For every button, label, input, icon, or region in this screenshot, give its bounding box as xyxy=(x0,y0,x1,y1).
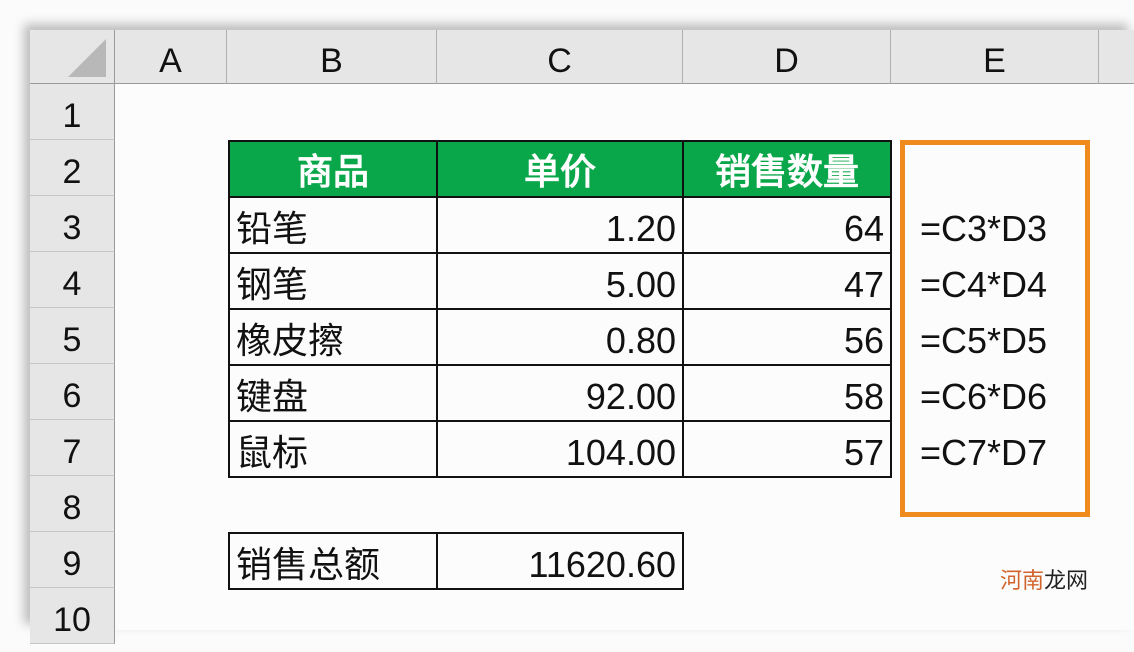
header-cell-price[interactable]: 单价 xyxy=(436,140,684,198)
cell-b7[interactable]: 鼠标 xyxy=(228,420,438,478)
cell-c7[interactable]: 104.00 xyxy=(436,420,684,478)
cell-d5[interactable]: 56 xyxy=(682,308,892,366)
cell-e6[interactable]: =C6*D6 xyxy=(920,376,1047,418)
header-cell-item[interactable]: 商品 xyxy=(228,140,438,198)
row-header-5[interactable]: 5 xyxy=(30,308,115,364)
cell-b5[interactable]: 橡皮擦 xyxy=(228,308,438,366)
row-header-7[interactable]: 7 xyxy=(30,420,115,476)
cell-b9-total-label[interactable]: 销售总额 xyxy=(228,532,438,590)
cell-b4[interactable]: 钢笔 xyxy=(228,252,438,310)
cell-e5[interactable]: =C5*D5 xyxy=(920,320,1047,362)
row-header-8[interactable]: 8 xyxy=(30,476,115,532)
cell-d3[interactable]: 64 xyxy=(682,196,892,254)
cell-c4[interactable]: 5.00 xyxy=(436,252,684,310)
row-header-1[interactable]: 1 xyxy=(30,84,115,140)
column-header-c[interactable]: C xyxy=(437,30,683,84)
column-header-d[interactable]: D xyxy=(683,30,891,84)
spreadsheet: A B C D E 1 2 3 4 5 6 7 8 9 10 商品 单价 销售数… xyxy=(30,30,1134,644)
cell-e3[interactable]: =C3*D3 xyxy=(920,208,1047,250)
select-all-corner[interactable] xyxy=(30,30,115,84)
cell-e7[interactable]: =C7*D7 xyxy=(920,432,1047,474)
row-header-9[interactable]: 9 xyxy=(30,532,115,588)
row-header-2[interactable]: 2 xyxy=(30,140,115,196)
watermark: 河南龙网 xyxy=(1000,563,1088,595)
cell-b3[interactable]: 铅笔 xyxy=(228,196,438,254)
cell-d6[interactable]: 58 xyxy=(682,364,892,422)
watermark-part2: 龙网 xyxy=(1044,568,1089,593)
row-header-10[interactable]: 10 xyxy=(30,588,115,644)
row-header-6[interactable]: 6 xyxy=(30,364,115,420)
cell-d4[interactable]: 47 xyxy=(682,252,892,310)
cell-e4[interactable]: =C4*D4 xyxy=(920,264,1047,306)
row-header-4[interactable]: 4 xyxy=(30,252,115,308)
column-header-a[interactable]: A xyxy=(115,30,227,84)
column-header-f[interactable] xyxy=(1099,30,1134,84)
cell-c6[interactable]: 92.00 xyxy=(436,364,684,422)
cell-c9-total-value[interactable]: 11620.60 xyxy=(436,532,684,590)
cell-d7[interactable]: 57 xyxy=(682,420,892,478)
select-all-triangle-icon xyxy=(68,39,106,77)
column-header-e[interactable]: E xyxy=(891,30,1099,84)
watermark-part1: 河南 xyxy=(1000,568,1045,593)
row-header-3[interactable]: 3 xyxy=(30,196,115,252)
header-cell-qty[interactable]: 销售数量 xyxy=(682,140,892,198)
cell-b6[interactable]: 键盘 xyxy=(228,364,438,422)
cell-c5[interactable]: 0.80 xyxy=(436,308,684,366)
cell-c3[interactable]: 1.20 xyxy=(436,196,684,254)
column-header-b[interactable]: B xyxy=(227,30,437,84)
